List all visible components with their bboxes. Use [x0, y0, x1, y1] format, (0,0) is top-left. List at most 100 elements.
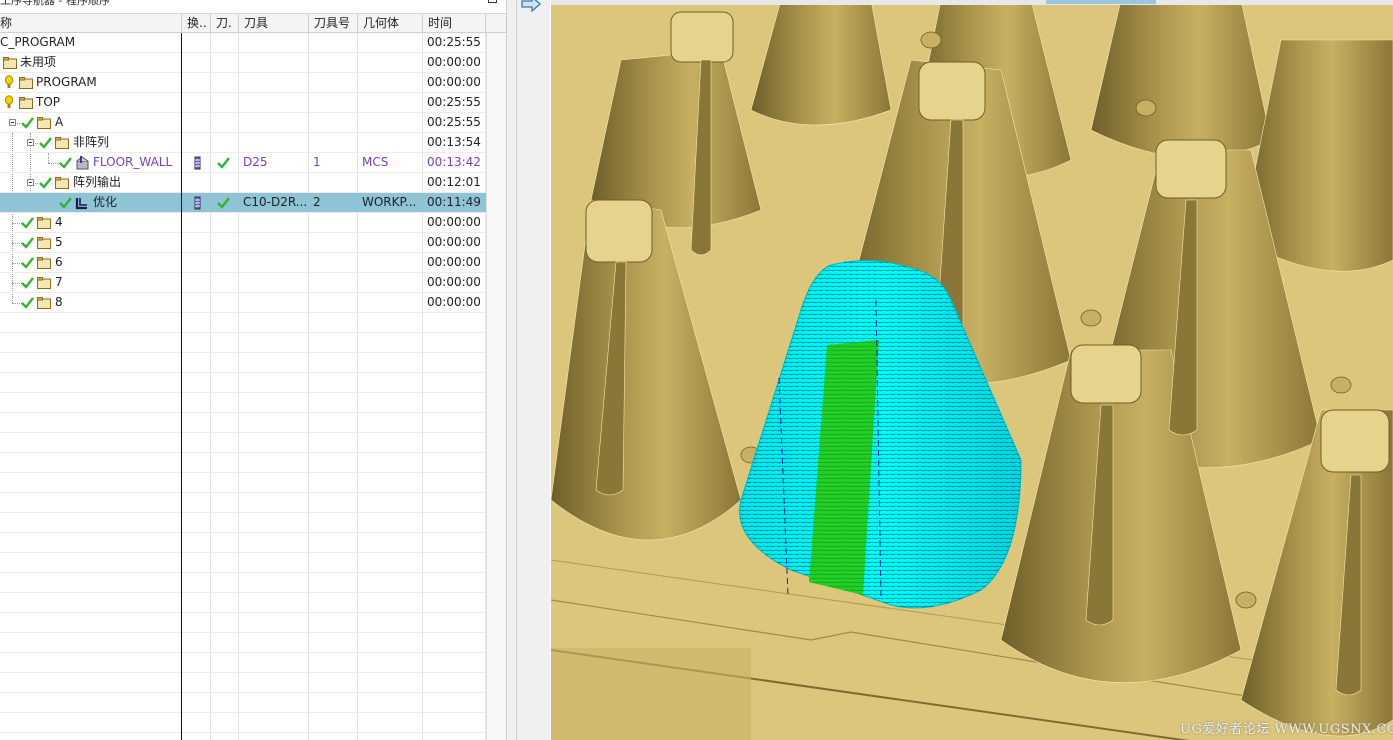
maximize-icon[interactable] — [488, 0, 497, 3]
row-name: C_PROGRAM — [0, 35, 76, 49]
empty-row — [0, 533, 486, 553]
column-geometry[interactable]: 几何体 — [358, 14, 423, 33]
navigator-title: 工序导航器 - 程序顺序 — [0, 0, 110, 7]
tree-row-floor-wall[interactable]: FLOOR_WALL D25 1 MCS 00:13:42 — [0, 153, 486, 173]
column-time[interactable]: 时间 — [423, 14, 486, 33]
tree-row-non-array[interactable]: 非阵列 00:13:54 — [0, 133, 486, 153]
row-name: 未用项 — [20, 55, 57, 69]
row-name: A — [55, 115, 64, 129]
operation-icon — [76, 156, 89, 170]
row-time: 00:25:55 — [427, 115, 481, 129]
row-name: 阵列输出 — [73, 175, 122, 189]
empty-row — [0, 513, 486, 533]
column-divider[interactable] — [181, 33, 182, 740]
check-icon — [217, 157, 230, 169]
folder-icon — [19, 77, 33, 89]
tree-row-a[interactable]: A 00:25:55 — [0, 113, 486, 133]
folder-icon — [37, 297, 51, 309]
column-tool-change[interactable]: 换.. — [182, 14, 211, 33]
empty-row — [0, 713, 486, 733]
row-geometry: MCS — [362, 155, 389, 169]
viewport-top-strip — [551, 0, 1393, 5]
row-name: 4 — [55, 215, 63, 229]
collapse-icon[interactable] — [9, 119, 16, 126]
tree-row-program[interactable]: PROGRAM 00:00:00 — [0, 73, 486, 93]
empty-row — [0, 653, 486, 673]
graphics-viewport[interactable] — [551, 0, 1393, 740]
pane-splitter[interactable] — [506, 0, 550, 740]
collapse-icon[interactable] — [27, 139, 34, 146]
column-tool-number[interactable]: 刀具号 — [309, 14, 358, 33]
row-name: 非阵列 — [73, 135, 110, 149]
row-name: 8 — [55, 295, 63, 309]
tree-row-8[interactable]: 8 00:00:00 — [0, 293, 486, 313]
column-path[interactable]: 刀. — [211, 14, 239, 33]
check-icon — [59, 197, 72, 209]
empty-row — [0, 473, 486, 493]
tool-change-icon — [194, 156, 201, 170]
tree-row-optimize[interactable]: 优化 C10-D2R... 2 WORKP... 00:11:49 — [0, 193, 486, 213]
check-icon — [21, 237, 34, 249]
check-icon — [59, 157, 72, 169]
folder-icon — [37, 117, 51, 129]
empty-row — [0, 333, 486, 353]
check-icon — [217, 197, 230, 209]
row-tool: C10-D2R... — [243, 195, 308, 209]
empty-row — [0, 373, 486, 393]
row-time: 00:13:54 — [427, 135, 481, 149]
column-tool[interactable]: 刀具 — [239, 14, 309, 33]
row-name: 6 — [55, 255, 63, 269]
check-icon — [21, 217, 34, 229]
row-tool: D25 — [243, 155, 268, 169]
empty-row — [0, 433, 486, 453]
tree-row-top[interactable]: TOP 00:25:55 — [0, 93, 486, 113]
check-icon — [21, 297, 34, 309]
row-time: 00:12:01 — [427, 175, 481, 189]
navigator-scrollbar[interactable] — [486, 33, 506, 740]
row-name: TOP — [36, 95, 61, 109]
tree-row-array-output[interactable]: 阵列输出 00:12:01 — [0, 173, 486, 193]
empty-row — [0, 413, 486, 433]
row-name: 优化 — [93, 195, 118, 209]
empty-row — [0, 673, 486, 693]
row-name: 5 — [55, 235, 63, 249]
row-time: 00:00:00 — [427, 295, 481, 309]
collapse-icon[interactable] — [27, 179, 34, 186]
empty-row — [0, 613, 486, 633]
folder-icon — [37, 277, 51, 289]
row-tool-number: 2 — [313, 195, 321, 209]
empty-row — [0, 593, 486, 613]
folder-icon — [37, 217, 51, 229]
folder-icon — [37, 257, 51, 269]
empty-row — [0, 353, 486, 373]
operation-navigator: 工序导航器 - 程序顺序 称 换.. 刀. 刀具 刀具号 几何体 时间 C_PR… — [0, 0, 506, 740]
column-header: 称 换.. 刀. 刀具 刀具号 几何体 时间 — [0, 13, 506, 33]
row-tool-number: 1 — [313, 155, 321, 169]
arrow-right-icon[interactable] — [520, 0, 542, 12]
empty-row — [0, 553, 486, 573]
row-time: 00:00:00 — [427, 255, 481, 269]
bulb-icon — [5, 75, 13, 88]
row-name: PROGRAM — [36, 75, 97, 89]
navigator-title-bar: 工序导航器 - 程序顺序 — [0, 0, 506, 8]
column-name[interactable]: 称 — [0, 14, 182, 33]
row-time: 00:13:42 — [427, 155, 481, 169]
tree-row-c-program[interactable]: C_PROGRAM 00:25:55 — [0, 33, 486, 53]
row-time: 00:00:00 — [427, 55, 481, 69]
row-name: FLOOR_WALL — [93, 155, 173, 169]
tree-row-unused[interactable]: 未用项 00:00:00 — [0, 53, 486, 73]
folder-icon — [55, 137, 69, 149]
tree-row-4[interactable]: 4 00:00:00 — [0, 213, 486, 233]
watermark: UG爱好者论坛 WWW.UGSNX.COM — [1180, 722, 1393, 737]
operation-icon — [75, 198, 87, 210]
row-time: 00:25:55 — [427, 35, 481, 49]
tree-row-6[interactable]: 6 00:00:00 — [0, 253, 486, 273]
tool-change-icon — [194, 196, 201, 210]
empty-row — [0, 693, 486, 713]
empty-row — [0, 453, 486, 473]
check-icon — [39, 137, 52, 149]
check-icon — [21, 257, 34, 269]
tree-row-5[interactable]: 5 00:00:00 — [0, 233, 486, 253]
tree-row-7[interactable]: 7 00:00:00 — [0, 273, 486, 293]
empty-row — [0, 493, 486, 513]
